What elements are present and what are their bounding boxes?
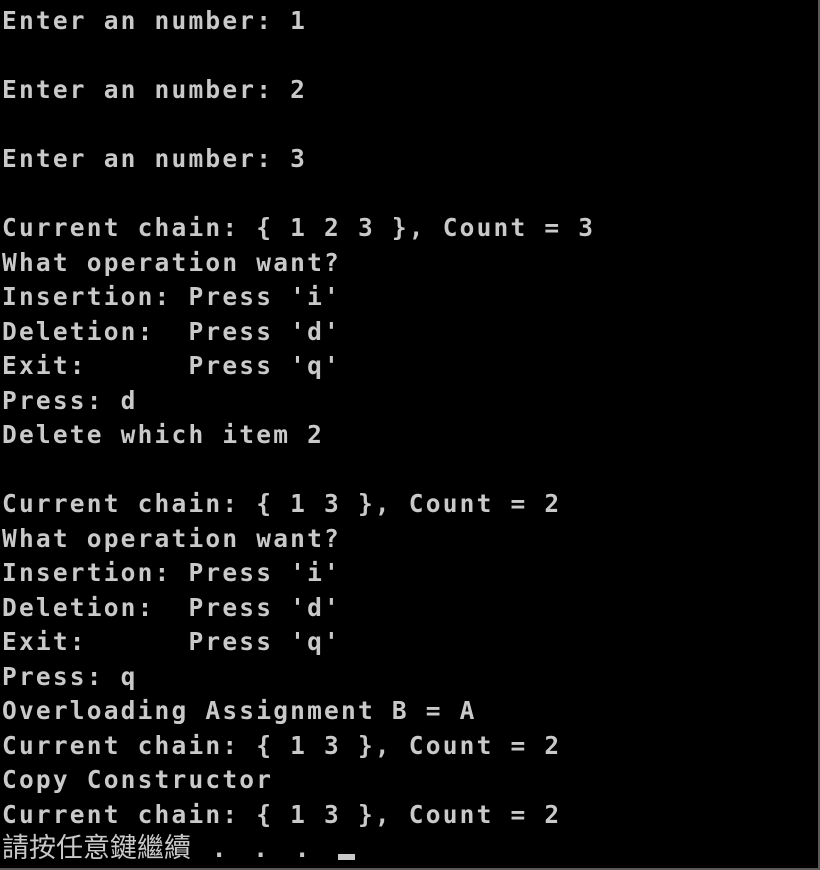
console-line: Current chain: { 1 3 }, Count = 2 [2, 489, 562, 518]
console-output: Enter an number: 1 Enter an number: 2 En… [2, 4, 595, 867]
console-window[interactable]: Enter an number: 1 Enter an number: 2 En… [0, 0, 820, 870]
console-line: Current chain: { 1 3 }, Count = 2 [2, 799, 562, 829]
console-line: Deletion: Press 'd' [2, 592, 342, 622]
console-line: Enter an number: 2 [2, 75, 308, 104]
console-line: Press: d [2, 385, 138, 415]
console-line: Deletion: Press 'd' [2, 316, 342, 346]
console-line: Copy Constructor [2, 765, 274, 794]
console-line: Current chain: { 1 2 3 }, Count = 3 [2, 213, 596, 242]
prompt-text: 請按任意鍵繼續 [2, 833, 191, 864]
console-line: Insertion: Press 'i' [2, 558, 342, 587]
console-line: Exit: Press 'q' [2, 351, 342, 380]
console-line: Current chain: { 1 3 }, Count = 2 [2, 730, 562, 760]
console-line: What operation want? [2, 247, 342, 277]
console-line: Enter an number: 3 [2, 144, 308, 173]
text-cursor [338, 854, 356, 860]
console-line: Overloading Assignment B = A [2, 696, 477, 725]
console-line: What operation want? [2, 523, 342, 553]
console-line: Press: q [2, 661, 138, 691]
console-line: Delete which item 2 [2, 420, 325, 449]
prompt-dots: . . . [191, 834, 337, 863]
press-any-key-prompt: 請按任意鍵繼續 . . . [2, 832, 595, 867]
console-line: Exit: Press 'q' [2, 627, 342, 656]
console-line: Insertion: Press 'i' [2, 282, 342, 311]
console-line: Enter an number: 1 [2, 6, 308, 35]
